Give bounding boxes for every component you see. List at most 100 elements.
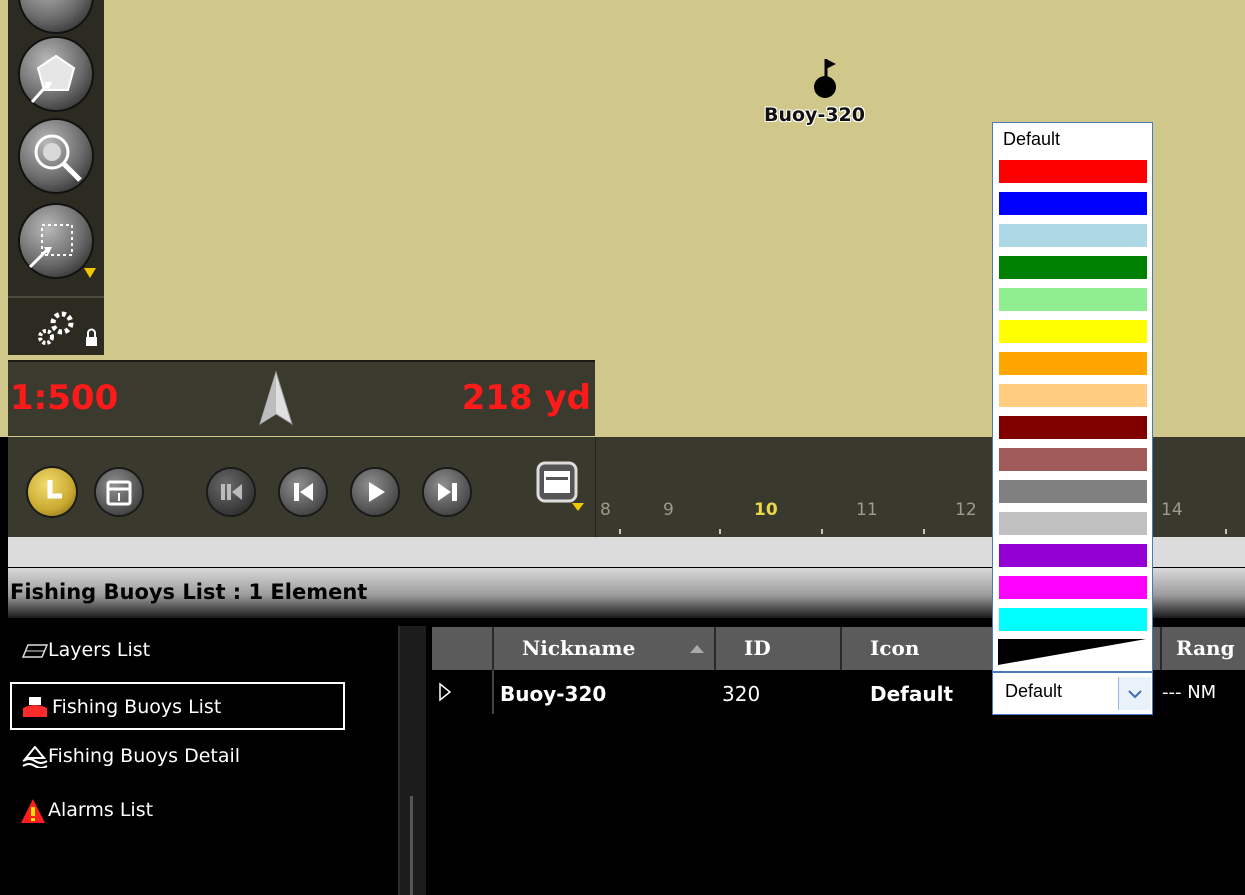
rectangle-select-tool-button[interactable]	[20, 205, 92, 277]
row-indicator-icon	[439, 682, 452, 702]
rectangle-select-icon	[28, 224, 73, 269]
color-swatch-option[interactable]	[999, 416, 1147, 439]
pentagon-select-icon	[30, 54, 76, 103]
color-swatch-option[interactable]	[999, 160, 1147, 183]
color-swatch-option[interactable]	[999, 608, 1147, 631]
clock-button[interactable]	[28, 468, 76, 516]
tick-mark	[619, 529, 621, 534]
select-area-tool-button[interactable]	[20, 38, 92, 110]
tick-mark	[1225, 529, 1227, 534]
map-toolbar	[8, 0, 104, 355]
step-forward-button[interactable]	[424, 469, 470, 515]
color-swatch-option[interactable]	[999, 192, 1147, 215]
date-picker-button[interactable]	[530, 457, 590, 517]
divider	[8, 296, 104, 298]
nav-item-fishing-buoys-list[interactable]: Fishing Buoys List	[10, 682, 345, 730]
color-swatch-option[interactable]	[999, 224, 1147, 247]
color-swatch-option[interactable]	[999, 256, 1147, 279]
buoy-list-icon	[23, 697, 47, 717]
divider	[492, 670, 494, 714]
nav-label: Fishing Buoys List	[52, 696, 222, 718]
timeline-tick: 12	[955, 500, 977, 520]
nav-item-layers[interactable]: Layers List	[18, 632, 150, 668]
skip-start-icon	[221, 484, 242, 500]
buoy-map-label: Buoy-320	[764, 104, 865, 126]
color-dropdown-list[interactable]: Default	[992, 122, 1153, 672]
nav-label: Layers List	[48, 639, 151, 661]
cell-icon: Default	[870, 682, 954, 706]
tick-mark	[923, 529, 925, 534]
color-swatch-option[interactable]	[999, 320, 1147, 343]
buoy-marker[interactable]	[810, 55, 840, 100]
nav-item-fishing-buoys-detail[interactable]: Fishing Buoys Detail	[18, 738, 240, 774]
color-swatch-option[interactable]	[999, 288, 1147, 311]
step-forward-icon	[438, 483, 457, 501]
column-header-icon[interactable]: Icon	[840, 627, 992, 670]
sort-ascending-icon	[690, 645, 704, 653]
north-arrow-icon	[258, 370, 294, 426]
left-nav-panel: Layers List Fishing Buoys List Fishing B…	[8, 618, 395, 895]
warning-icon	[21, 799, 45, 823]
calendar-icon	[106, 480, 132, 506]
color-swatch-option[interactable]	[999, 576, 1147, 599]
cell-id: 320	[722, 682, 761, 706]
color-select-toggle[interactable]	[1118, 677, 1151, 710]
play-icon	[369, 482, 385, 502]
buoy-flag-icon	[814, 59, 836, 98]
navigation-tool-button[interactable]	[20, 0, 92, 32]
settings-button[interactable]	[32, 303, 102, 351]
color-swatch-option[interactable]	[999, 384, 1147, 407]
tick-mark	[719, 529, 721, 534]
timeline-tick: 11	[856, 500, 878, 520]
layers-icon	[22, 644, 48, 658]
dropdown-option-gradient[interactable]	[998, 639, 1146, 665]
list-title: Fishing Buoys List : 1 Element	[10, 580, 368, 604]
play-button[interactable]	[352, 469, 398, 515]
scale-bar: 1:500 218 yd	[8, 360, 595, 436]
nav-label: Alarms List	[48, 799, 154, 821]
column-header-range[interactable]: Rang	[1160, 627, 1245, 670]
color-swatch-option[interactable]	[999, 512, 1147, 535]
step-back-icon	[294, 483, 313, 501]
timeline-tick: 8	[600, 500, 611, 520]
column-label: ID	[744, 636, 771, 660]
timeline-tick-current: 10	[754, 500, 778, 520]
step-back-button[interactable]	[280, 469, 326, 515]
color-select-value: Default	[1005, 681, 1063, 701]
cell-nickname: Buoy-320	[500, 682, 607, 706]
gradient-swatch-icon	[998, 639, 1146, 665]
divider	[595, 437, 596, 537]
nav-label: Fishing Buoys Detail	[48, 745, 241, 767]
gear-icon	[38, 311, 97, 346]
color-swatch-option[interactable]	[999, 544, 1147, 567]
tick-mark	[821, 529, 823, 534]
dropdown-option-default[interactable]: Default	[1003, 129, 1060, 150]
magnifier-icon	[34, 134, 82, 182]
row-header-corner	[432, 627, 492, 670]
timeline-tick: 9	[663, 500, 674, 520]
chevron-down-icon	[1128, 690, 1142, 699]
color-swatch-option[interactable]	[999, 352, 1147, 375]
calendar-button[interactable]	[96, 469, 142, 515]
dropdown-arrow-icon[interactable]	[84, 268, 96, 278]
nav-item-alarms[interactable]: Alarms List	[18, 792, 153, 828]
scale-distance: 218 yd	[461, 378, 591, 418]
panel-splitter[interactable]	[398, 626, 426, 895]
column-label: Icon	[870, 636, 920, 660]
color-swatch-option[interactable]	[999, 448, 1147, 471]
skip-to-start-button[interactable]	[208, 469, 254, 515]
column-header-nickname[interactable]: Nickname	[492, 627, 714, 670]
color-select[interactable]: Default	[992, 672, 1153, 715]
timeline-tick: 14	[1161, 500, 1183, 520]
column-label: Nickname	[522, 636, 636, 660]
zoom-search-tool-button[interactable]	[20, 120, 92, 192]
scale-ratio: 1:500	[10, 378, 119, 418]
splitter-grip	[410, 796, 413, 895]
calendar-dropdown-icon	[536, 461, 584, 511]
column-header-id[interactable]: ID	[714, 627, 840, 670]
cell-range: --- NM	[1162, 682, 1217, 703]
color-swatch-option[interactable]	[999, 480, 1147, 503]
buoy-detail-icon	[22, 746, 48, 768]
clock-icon	[47, 480, 62, 499]
column-label: Rang	[1176, 636, 1235, 660]
